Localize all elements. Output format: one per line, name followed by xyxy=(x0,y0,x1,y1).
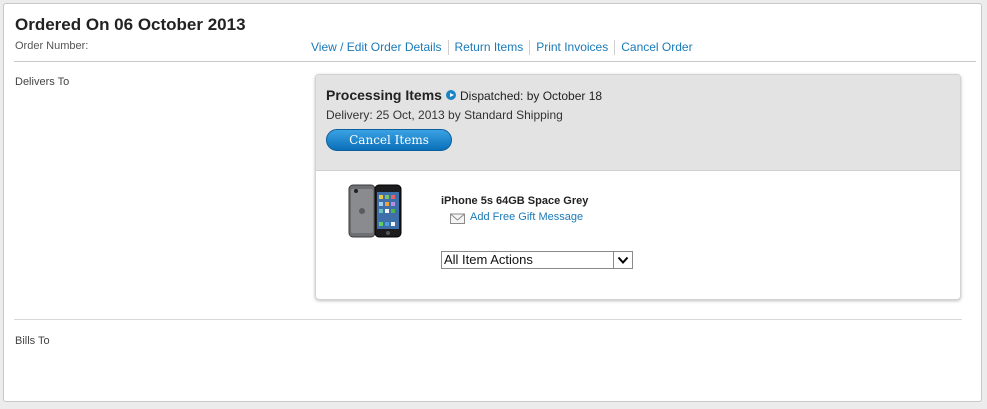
order-title: Ordered On 06 October 2013 xyxy=(15,15,246,34)
print-invoices-link[interactable]: Print Invoices xyxy=(530,40,614,55)
iphone-product-icon[interactable] xyxy=(346,181,406,241)
shipment-card: Processing Items Dispatched: by October … xyxy=(315,74,961,300)
divider xyxy=(14,319,962,320)
add-gift-message-link[interactable]: Add Free Gift Message xyxy=(470,211,583,223)
cancel-items-button[interactable]: Cancel Items xyxy=(326,129,452,151)
view-edit-order-link[interactable]: View / Edit Order Details xyxy=(309,40,448,55)
delivers-to-label: Delivers To xyxy=(15,76,70,88)
order-actions: View / Edit Order Details Return Items P… xyxy=(309,40,699,55)
order-number-label: Order Number: xyxy=(15,40,89,52)
delivery-info: Delivery: 25 Oct, 2013 by Standard Shipp… xyxy=(326,108,563,122)
return-items-link[interactable]: Return Items xyxy=(449,40,530,55)
bills-to-label: Bills To xyxy=(15,335,50,347)
item-actions-select-value: All Item Actions xyxy=(444,252,533,267)
play-icon xyxy=(446,90,456,100)
product-name: iPhone 5s 64GB Space Grey xyxy=(441,195,589,207)
cancel-order-link[interactable]: Cancel Order xyxy=(615,40,698,55)
envelope-icon xyxy=(450,213,465,224)
shipment-header: Processing Items Dispatched: by October … xyxy=(316,75,960,171)
chevron-down-icon[interactable] xyxy=(613,252,632,268)
dispatch-info: Dispatched: by October 18 xyxy=(460,89,603,103)
order-panel: Ordered On 06 October 2013 Order Number:… xyxy=(3,3,982,402)
item-actions-select[interactable]: All Item Actions xyxy=(441,251,633,269)
shipment-status: Processing Items xyxy=(326,87,442,103)
divider xyxy=(14,61,976,62)
